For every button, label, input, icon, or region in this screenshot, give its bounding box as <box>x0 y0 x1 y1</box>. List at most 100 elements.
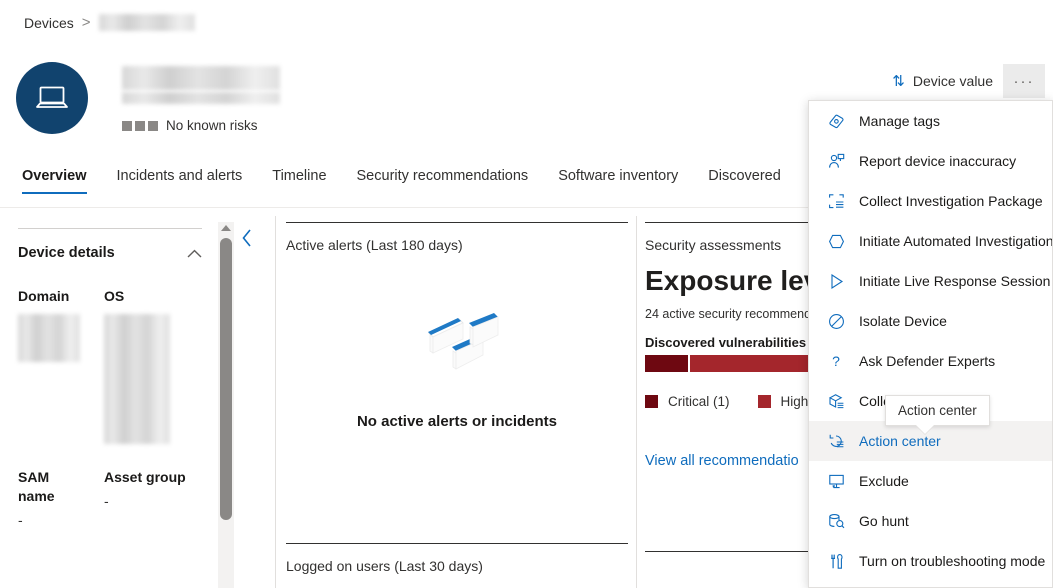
device-value-label: Device value <box>913 73 993 89</box>
menu-item-ask-defender-experts[interactable]: ? Ask Defender Experts <box>809 341 1052 381</box>
bar-segment-critical <box>645 355 688 372</box>
tab-overview[interactable]: Overview <box>22 168 87 194</box>
menu-item-manage-tags[interactable]: Manage tags <box>809 101 1052 141</box>
menu-item-label: Initiate Automated Investigation <box>859 233 1053 249</box>
more-actions-button[interactable]: ··· <box>1003 64 1045 98</box>
detail-asset-group: Asset group - <box>104 468 202 528</box>
legend-label-critical: Critical (1) <box>668 394 730 409</box>
breadcrumb-separator: > <box>82 14 91 31</box>
legend-swatch-critical <box>645 395 658 408</box>
tab-security-recommendations[interactable]: Security recommendations <box>357 168 529 194</box>
domain-value-redacted <box>18 314 80 362</box>
tab-discovered[interactable]: Discovered <box>708 168 781 194</box>
tag-icon <box>827 112 845 130</box>
os-value-redacted <box>104 314 170 444</box>
menu-item-label: Collect Investigation Package <box>859 193 1043 209</box>
package-collect-icon <box>827 192 845 210</box>
chevron-up-icon[interactable] <box>187 249 202 258</box>
legend-swatch-high <box>758 395 771 408</box>
menu-item-go-hunt[interactable]: Go hunt <box>809 501 1052 541</box>
cards-empty-icon <box>397 291 517 391</box>
menu-item-turn-on-troubleshooting-mode[interactable]: Turn on troubleshooting mode <box>809 541 1052 581</box>
menu-item-isolate-device[interactable]: Isolate Device <box>809 301 1052 341</box>
device-name-redacted <box>122 66 280 90</box>
detail-sam-name: SAM name - <box>18 468 88 528</box>
play-triangle-icon <box>827 272 845 290</box>
device-details-title: Device details <box>18 245 115 261</box>
device-header: No known risks <box>16 62 280 134</box>
menu-item-label: Go hunt <box>859 513 909 529</box>
hexagon-icon <box>827 232 845 250</box>
logged-on-users-section: Logged on users (Last 30 days) <box>286 543 628 588</box>
detail-os: OS <box>104 287 202 444</box>
device-details-panel: Device details Domain OS SAM name - <box>0 208 220 588</box>
tooltip-text: Action center <box>898 403 977 418</box>
device-meta: No known risks <box>122 62 280 133</box>
menu-item-label: Ask Defender Experts <box>859 353 995 369</box>
block-circle-icon <box>827 312 845 330</box>
tab-bar: Overview Incidents and alerts Timeline S… <box>22 168 781 194</box>
question-mark-icon: ? <box>827 352 845 370</box>
scroll-up-arrow-icon[interactable] <box>221 225 231 231</box>
device-subtitle-redacted <box>122 92 280 104</box>
chevron-left-icon[interactable] <box>240 228 254 248</box>
header-actions: ⇅ Device value ··· <box>882 64 1045 98</box>
tab-software-inventory[interactable]: Software inventory <box>558 168 678 194</box>
section-rule-logged-on-users <box>286 543 628 544</box>
active-alerts-empty-text: No active alerts or incidents <box>357 413 557 430</box>
device-avatar <box>16 62 88 134</box>
active-alerts-empty-state: No active alerts or incidents <box>286 291 628 430</box>
panel-divider <box>18 228 202 229</box>
panel-divider-left <box>275 216 276 588</box>
menu-item-label: Manage tags <box>859 113 940 129</box>
breadcrumb-devices-link[interactable]: Devices <box>24 15 74 31</box>
menu-item-initiate-automated-investigation[interactable]: Initiate Automated Investigation <box>809 221 1052 261</box>
menu-item-label: Exclude <box>859 473 909 489</box>
detail-label-domain: Domain <box>18 287 88 306</box>
menu-item-collect-investigation-package[interactable]: Collect Investigation Package <box>809 181 1052 221</box>
risk-level-label: No known risks <box>166 118 258 133</box>
detail-value-sam-name: - <box>18 512 88 528</box>
detail-domain: Domain <box>18 287 88 444</box>
detail-label-os: OS <box>104 287 202 306</box>
action-center-tooltip: Action center <box>885 395 990 426</box>
detail-value-domain <box>18 314 88 362</box>
detail-label-asset-group: Asset group <box>104 468 202 487</box>
legend-item-critical: Critical (1) <box>645 394 730 409</box>
monitor-exclude-icon <box>827 472 845 490</box>
menu-item-report-device-inaccuracy[interactable]: Report device inaccuracy <box>809 141 1052 181</box>
database-search-icon <box>827 512 845 530</box>
device-actions-menu: Manage tags Report device inaccuracy Col… <box>808 100 1053 588</box>
tools-icon <box>827 552 845 570</box>
active-alerts-title: Active alerts (Last 180 days) <box>286 237 628 253</box>
menu-item-label: Initiate Live Response Session <box>859 273 1050 289</box>
device-page: Devices > No known risks ⇅ Device v <box>0 0 1053 588</box>
detail-value-asset-group: - <box>104 493 202 509</box>
menu-item-label: Isolate Device <box>859 313 947 329</box>
tab-timeline[interactable]: Timeline <box>272 168 326 194</box>
device-value-button[interactable]: ⇅ Device value <box>882 65 1003 97</box>
device-risk-row: No known risks <box>122 118 280 133</box>
breadcrumb: Devices > <box>24 14 195 31</box>
logged-on-users-title: Logged on users (Last 30 days) <box>286 558 628 588</box>
device-details-header: Device details <box>18 245 202 261</box>
laptop-icon <box>34 83 70 113</box>
menu-item-exclude[interactable]: Exclude <box>809 461 1052 501</box>
menu-item-initiate-live-response-session[interactable]: Initiate Live Response Session <box>809 261 1052 301</box>
menu-item-label: Turn on troubleshooting mode <box>859 553 1045 569</box>
menu-item-label: Report device inaccuracy <box>859 153 1016 169</box>
detail-label-sam-name: SAM name <box>18 468 88 506</box>
device-details-grid: Domain OS SAM name - Asset group - <box>18 287 202 528</box>
detail-value-os <box>104 314 202 444</box>
section-rule-active-alerts <box>286 222 628 223</box>
history-list-icon <box>827 432 845 450</box>
menu-item-label: Action center <box>859 433 941 449</box>
breadcrumb-device-name-redacted <box>99 14 195 31</box>
sort-arrows-icon: ⇅ <box>892 74 905 89</box>
sidebar-scrollbar-thumb[interactable] <box>220 238 232 520</box>
active-alerts-panel: Active alerts (Last 180 days) <box>286 208 628 588</box>
risk-level-icon <box>122 121 158 131</box>
tab-incidents-and-alerts[interactable]: Incidents and alerts <box>117 168 243 194</box>
person-feedback-icon <box>827 152 845 170</box>
box-list-icon <box>827 392 845 410</box>
